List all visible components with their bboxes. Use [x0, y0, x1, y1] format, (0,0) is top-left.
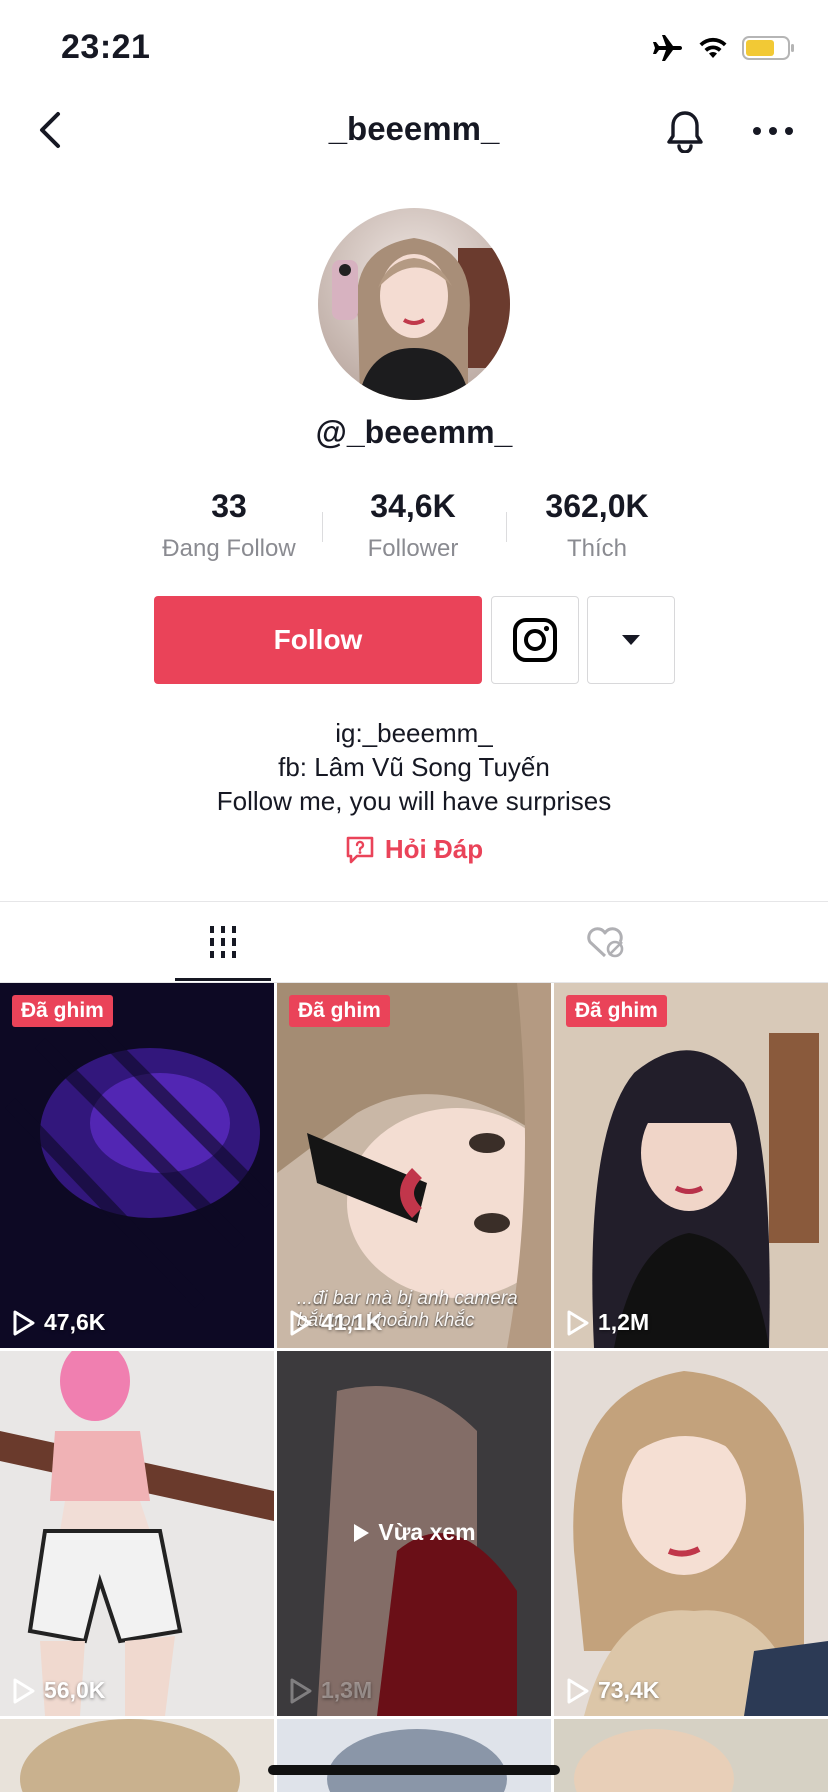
- play-filled-icon: [354, 1523, 370, 1542]
- airplane-icon: [653, 35, 682, 61]
- tab-videos[interactable]: [175, 902, 271, 982]
- video-tile[interactable]: 56,0K: [0, 1351, 274, 1716]
- status-bar: 23:21: [0, 0, 828, 98]
- video-thumbnail: [554, 1719, 828, 1792]
- stat-value: 33: [211, 488, 247, 524]
- video-thumbnail: [554, 1351, 828, 1716]
- view-count-text: 41,1K: [321, 1309, 383, 1335]
- avatar-image: [318, 208, 510, 400]
- view-count-text: 1,3M: [321, 1677, 373, 1703]
- view-count-text: 47,6K: [44, 1309, 106, 1335]
- bell-icon: [667, 111, 703, 153]
- view-count: 56,0K: [12, 1677, 105, 1704]
- stat-followers[interactable]: 34,6K Follower: [313, 488, 513, 563]
- play-icon: [290, 1678, 312, 1703]
- qa-link[interactable]: Hỏi Đáp: [0, 834, 828, 865]
- caret-down-icon: [622, 635, 640, 645]
- stat-label: Follower: [367, 535, 459, 562]
- stat-label: Đang Follow: [162, 535, 296, 562]
- video-tile[interactable]: [277, 1719, 551, 1792]
- play-icon: [567, 1310, 589, 1335]
- more-options-button[interactable]: [748, 106, 798, 156]
- pinned-badge: Đã ghim: [566, 995, 667, 1027]
- profile-handle: @_beeemm_: [315, 414, 513, 450]
- instagram-icon: [513, 618, 557, 662]
- pinned-badge: Đã ghim: [289, 995, 390, 1027]
- nav-bar: _beeemm_: [0, 98, 828, 166]
- view-count-text: 56,0K: [44, 1677, 106, 1703]
- wifi-icon: [699, 37, 727, 58]
- heart-hidden-icon: [587, 927, 624, 958]
- status-icons: [652, 34, 796, 62]
- profile-bio: ig:_beeemm_ fb: Lâm Vũ Song Tuyến Follow…: [0, 716, 828, 818]
- play-icon: [13, 1310, 35, 1335]
- view-count: 47,6K: [12, 1309, 105, 1336]
- watched-label: Vừa xem: [378, 1519, 476, 1545]
- stat-label: Thích: [566, 535, 628, 562]
- question-chat-icon: [346, 836, 374, 863]
- notification-button[interactable]: [660, 106, 710, 156]
- view-count: 1,3M: [289, 1677, 372, 1704]
- suggested-accounts-button[interactable]: [587, 596, 675, 684]
- recently-watched: Vừa xem: [277, 1519, 551, 1546]
- bio-line: ig:_beeemm_: [335, 718, 493, 748]
- tab-liked-private[interactable]: [557, 902, 653, 982]
- status-time: 23:21: [61, 28, 151, 66]
- instagram-button[interactable]: [491, 596, 579, 684]
- video-thumbnail: [554, 983, 828, 1348]
- profile-tabs: [0, 901, 828, 983]
- video-tile[interactable]: [0, 1719, 274, 1792]
- stat-value: 34,6K: [370, 488, 456, 524]
- video-thumbnail: [0, 983, 274, 1348]
- stat-following[interactable]: 33 Đang Follow: [129, 488, 329, 563]
- view-count: 41,1K: [289, 1309, 382, 1336]
- bio-line: Follow me, you will have surprises: [216, 786, 612, 816]
- grid-icon: [210, 926, 236, 958]
- home-indicator[interactable]: [268, 1765, 560, 1775]
- video-tile[interactable]: [554, 1719, 828, 1792]
- view-count: 1,2M: [566, 1309, 649, 1336]
- view-count-text: 1,2M: [598, 1309, 650, 1335]
- qa-label: Hỏi Đáp: [384, 834, 484, 864]
- avatar[interactable]: [318, 208, 510, 400]
- view-count-text: 73,4K: [598, 1677, 660, 1703]
- video-thumbnail: [277, 1719, 551, 1792]
- video-tile[interactable]: Đã ghim ...đi bar mà bị anh camera bắt t…: [277, 983, 551, 1348]
- video-tile[interactable]: Đã ghim 1,2M: [554, 983, 828, 1348]
- play-icon: [13, 1678, 35, 1703]
- video-thumbnail: [0, 1351, 274, 1716]
- play-icon: [290, 1310, 312, 1335]
- bio-line: fb: Lâm Vũ Song Tuyến: [278, 752, 550, 782]
- more-horizontal-icon: [753, 127, 793, 135]
- video-tile[interactable]: 73,4K: [554, 1351, 828, 1716]
- video-thumbnail: [0, 1719, 274, 1792]
- stat-likes[interactable]: 362,0K Thích: [497, 488, 697, 563]
- active-tab-indicator: [175, 978, 271, 981]
- video-tile[interactable]: Vừa xem 1,3M: [277, 1351, 551, 1716]
- battery-icon: [742, 36, 794, 60]
- pinned-badge: Đã ghim: [12, 995, 113, 1027]
- play-icon: [567, 1678, 589, 1703]
- video-tile[interactable]: Đã ghim 47,6K: [0, 983, 274, 1348]
- view-count: 73,4K: [566, 1677, 659, 1704]
- follow-button[interactable]: Follow: [154, 596, 482, 684]
- stat-value: 362,0K: [545, 488, 649, 524]
- profile-stats: 33 Đang Follow 34,6K Follower 362,0K Thí…: [0, 488, 828, 568]
